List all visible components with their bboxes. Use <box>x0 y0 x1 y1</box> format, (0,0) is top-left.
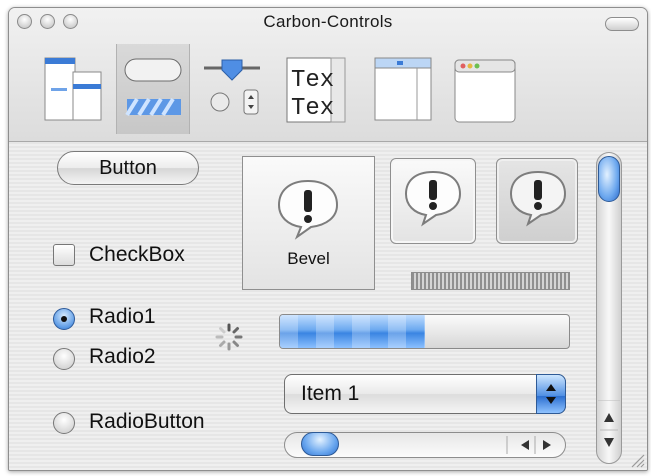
radio1-button[interactable] <box>53 308 75 330</box>
alert-bubble-icon <box>277 179 339 240</box>
bevel-button-pressed[interactable] <box>496 158 578 244</box>
progress-fill <box>280 315 425 348</box>
toolbar-item-layout[interactable] <box>37 44 109 134</box>
main-window: Carbon-Controls Tex Tex Button CheckBox … <box>8 7 648 471</box>
toolbar-item-table[interactable] <box>367 44 439 134</box>
controls-panel: Button CheckBox Radio1 Radio2 RadioButto… <box>9 142 647 470</box>
left-arrow-icon <box>521 440 529 450</box>
radio2-button[interactable] <box>53 348 75 370</box>
checkbox[interactable] <box>53 244 75 266</box>
text-icon-line-1: Tex <box>291 67 334 94</box>
popup-selected-value: Item 1 <box>301 382 360 405</box>
toolbar-item-text[interactable]: Tex Tex <box>281 44 353 134</box>
spinner-icon <box>215 323 243 351</box>
toolbar-toggle-button[interactable] <box>605 17 639 31</box>
radiobutton-button[interactable] <box>53 412 75 434</box>
sliders-radios-icon <box>204 59 260 115</box>
relevance-indicator <box>411 272 570 290</box>
radio2-label[interactable]: Radio2 <box>89 345 156 369</box>
alert-bubble-icon <box>509 170 567 227</box>
radiobutton-label[interactable]: RadioButton <box>89 410 205 434</box>
popup-arrows[interactable] <box>536 374 566 414</box>
right-arrow-icon <box>543 440 551 450</box>
radio1-label[interactable]: Radio1 <box>89 305 156 329</box>
resize-grip-icon[interactable] <box>629 452 645 468</box>
buttons-icon <box>124 58 182 117</box>
text-icon: Tex Tex <box>286 57 346 123</box>
vertical-scroll-thumb[interactable] <box>598 156 620 202</box>
toolbar-item-sliders[interactable] <box>196 44 268 134</box>
push-button[interactable]: Button <box>57 151 199 185</box>
table-icon <box>374 57 432 121</box>
toolbar-item-buttons[interactable] <box>116 44 190 134</box>
title-bar: Carbon-Controls Tex Tex <box>9 8 647 142</box>
alert-bubble-icon <box>404 170 462 227</box>
toolbar-item-window[interactable] <box>449 44 521 134</box>
window-title: Carbon-Controls <box>263 12 393 31</box>
scroll-arrows <box>598 400 620 447</box>
popup-menu[interactable]: Item 1 <box>284 374 566 414</box>
bevel-label: Bevel <box>287 249 330 268</box>
slider-thumb[interactable] <box>301 432 339 456</box>
window-icon <box>454 59 516 123</box>
progress-bar <box>279 314 570 349</box>
scroll-up-arrow-icon <box>604 413 614 422</box>
checkbox-label[interactable]: CheckBox <box>89 243 185 267</box>
bevel-button[interactable]: Bevel <box>242 156 375 290</box>
scroll-down-arrow-icon <box>604 438 614 447</box>
layout-hierarchy-icon <box>44 57 102 121</box>
text-icon-line-2: Tex <box>291 95 334 122</box>
up-down-arrows-icon <box>546 384 556 404</box>
slider-arrows <box>506 436 551 454</box>
bevel-button-rounded[interactable] <box>390 158 476 244</box>
